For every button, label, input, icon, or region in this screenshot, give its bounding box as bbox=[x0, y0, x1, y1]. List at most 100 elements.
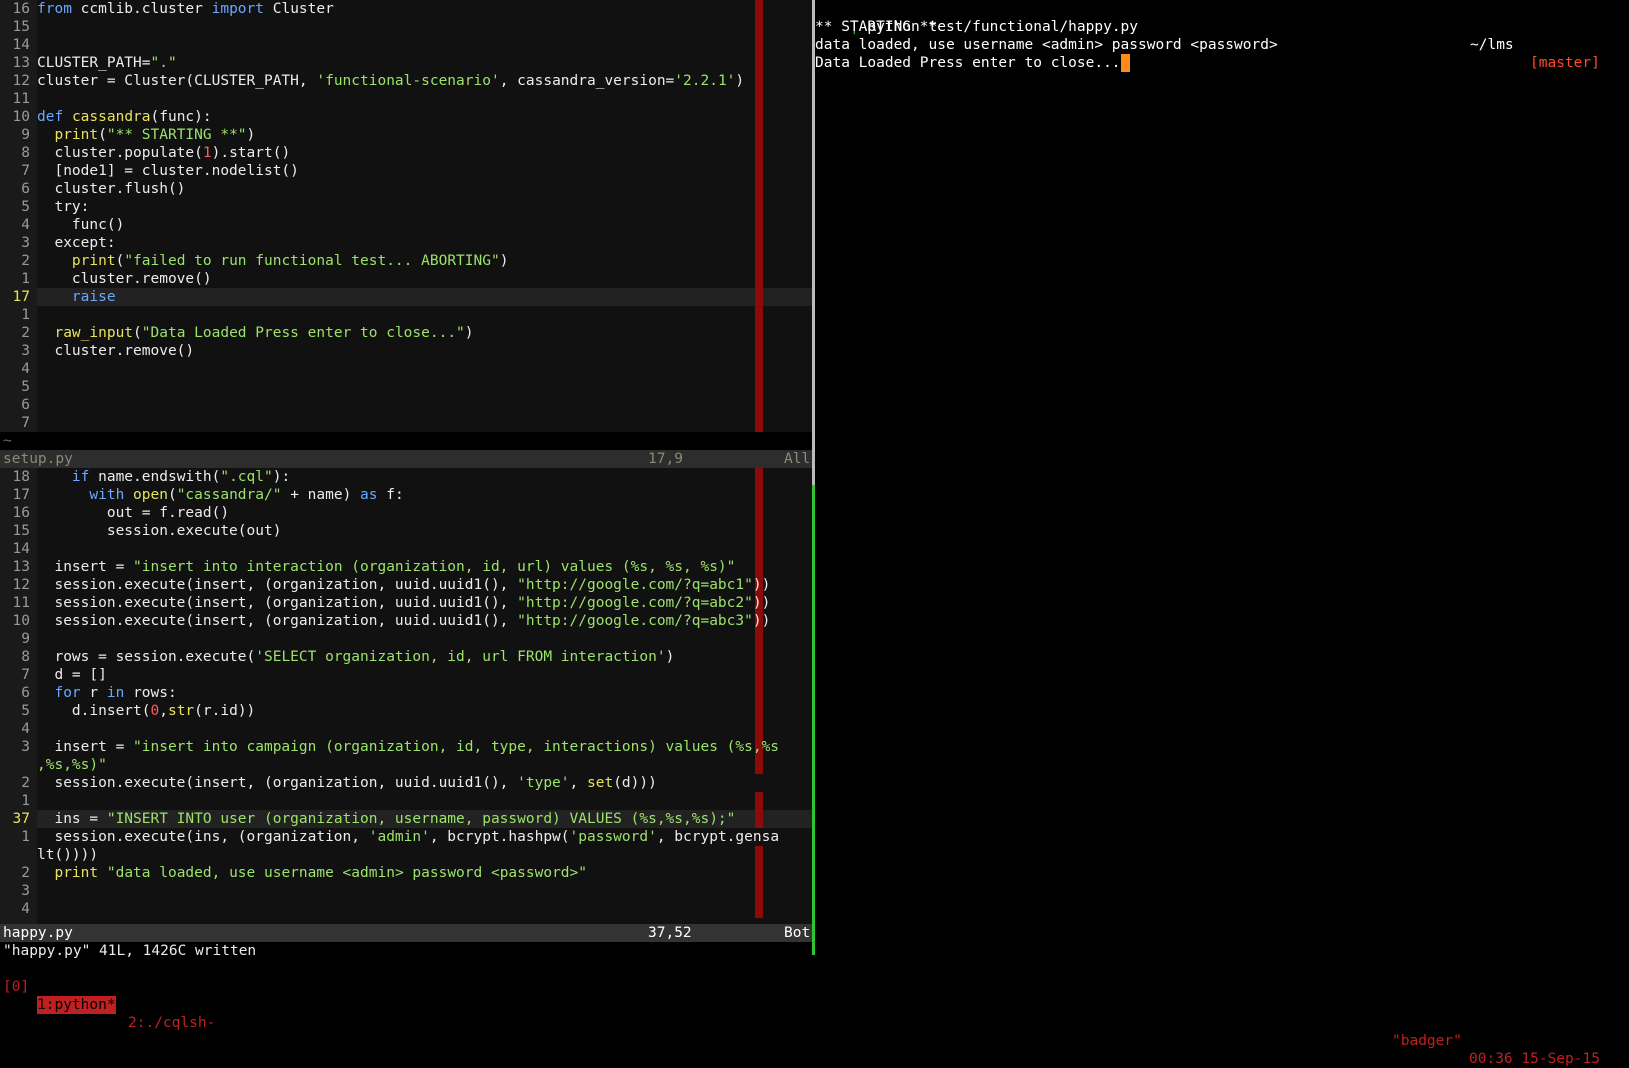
code-line[interactable]: 16 from ccmlib.cluster import Cluster bbox=[0, 0, 812, 18]
code-text: from ccmlib.cluster import Cluster bbox=[37, 1, 334, 17]
code-text: session.execute(insert, (organization, u… bbox=[37, 613, 771, 629]
line-number: 17 bbox=[12, 487, 30, 503]
code-line[interactable]: 8 cluster.populate(1).start() bbox=[0, 144, 812, 162]
line-number: 15 bbox=[12, 523, 30, 539]
line-number: 6 bbox=[21, 685, 30, 701]
code-text: raw_input("Data Loaded Press enter to cl… bbox=[54, 325, 474, 341]
code-line[interactable]: 3 insert = "insert into campaign (organi… bbox=[0, 738, 812, 756]
code-line[interactable]: 14 bbox=[0, 36, 812, 54]
code-text: ins = "INSERT INTO user (organization, u… bbox=[37, 811, 736, 827]
code-line[interactable]: 2 session.execute(insert, (organization,… bbox=[0, 774, 812, 792]
code-line[interactable]: 5 d.insert(0,str(r.id)) bbox=[0, 702, 812, 720]
line-number: 9 bbox=[21, 631, 30, 647]
code-line[interactable]: 7 [node1] = cluster.nodelist() bbox=[0, 162, 812, 180]
code-line[interactable]: 15 session.execute(out) bbox=[0, 522, 812, 540]
line-number: 13 bbox=[12, 55, 30, 71]
line-number: 4 bbox=[21, 721, 30, 737]
code-text: print("failed to run functional test... … bbox=[71, 253, 509, 269]
code-line[interactable]: 4 func() bbox=[0, 216, 812, 234]
tmux-window-other[interactable]: 2:./cqlsh- bbox=[128, 1014, 215, 1032]
code-line[interactable]: 11 session.execute(insert, (organization… bbox=[0, 594, 812, 612]
code-line[interactable]: 13 CLUSTER_PATH="." bbox=[0, 54, 812, 72]
vim-statusline-inactive: setup.py 17,9 All bbox=[0, 450, 812, 468]
terminal-output-line: Data Loaded Press enter to close... bbox=[815, 54, 1130, 72]
code-text: cluster.populate(1).start() bbox=[37, 145, 291, 161]
code-text: except: bbox=[37, 235, 116, 251]
code-line[interactable]: 2 print("failed to run functional test..… bbox=[0, 252, 812, 270]
vim-statusline-active: happy.py 37,52 Bot bbox=[0, 924, 812, 942]
terminal-cursor bbox=[1120, 54, 1130, 72]
code-line[interactable]: ,%s,%s)" bbox=[0, 756, 812, 774]
code-line[interactable]: 11 bbox=[0, 90, 812, 108]
code-line[interactable]: 12 cluster = Cluster(CLUSTER_PATH, 'funct… bbox=[0, 72, 812, 90]
line-number: 37 bbox=[12, 811, 30, 827]
code-line[interactable]: 14 bbox=[0, 540, 812, 558]
line-number: 8 bbox=[21, 145, 30, 161]
code-line[interactable]: 7 bbox=[0, 414, 812, 432]
line-number: 4 bbox=[21, 901, 30, 917]
code-line[interactable]: 9 print("** STARTING **") bbox=[0, 126, 812, 144]
terminal-pane[interactable]: | python test/functional/happy.py ~/lms … bbox=[815, 0, 1629, 960]
code-line[interactable]: 5 try: bbox=[0, 198, 812, 216]
code-line[interactable]: 13 insert = "insert into interaction (or… bbox=[0, 558, 812, 576]
code-line[interactable]: lt()))) bbox=[0, 846, 812, 864]
line-number: 16 bbox=[12, 505, 30, 521]
tmux-status-bar: [0] 1:python* 2:./cqlsh- "badger" 00:36 … bbox=[0, 960, 1629, 1067]
code-text: CLUSTER_PATH="." bbox=[37, 55, 177, 71]
line-number: 4 bbox=[21, 217, 30, 233]
code-line[interactable]: 16 out = f.read() bbox=[0, 504, 812, 522]
code-text: session.execute(insert, (organization, u… bbox=[37, 775, 657, 791]
code-line[interactable]: 6 bbox=[0, 396, 812, 414]
code-line[interactable]: 10 session.execute(insert, (organization… bbox=[0, 612, 812, 630]
code-line[interactable]: 10 def cassandra(func): bbox=[0, 108, 812, 126]
code-line[interactable]: 1 bbox=[0, 306, 812, 324]
terminal-output-text: Data Loaded Press enter to close... bbox=[815, 55, 1121, 71]
code-line[interactable]: 2 print "data loaded, use username <admi… bbox=[0, 864, 812, 882]
code-line[interactable]: 12 session.execute(insert, (organization… bbox=[0, 576, 812, 594]
code-line[interactable]: 9 bbox=[0, 630, 812, 648]
code-line[interactable]: 7 d = [] bbox=[0, 666, 812, 684]
code-text: session.execute(ins, (organization, 'adm… bbox=[37, 829, 780, 845]
code-text: for r in rows: bbox=[54, 685, 177, 701]
code-line[interactable]: 5 bbox=[0, 378, 812, 396]
code-line[interactable]: 3 bbox=[0, 882, 812, 900]
code-line[interactable]: 4 bbox=[0, 900, 812, 918]
code-line[interactable]: 18 if name.endswith(".cql"): bbox=[0, 468, 812, 486]
code-line[interactable]: 3 except: bbox=[0, 234, 812, 252]
line-number: 7 bbox=[21, 415, 30, 431]
code-line[interactable]: 1 cluster.remove() bbox=[0, 270, 812, 288]
tmux-hostname: "badger" bbox=[1392, 1033, 1462, 1049]
code-line[interactable]: 4 bbox=[0, 720, 812, 738]
code-line[interactable]: 2 raw_input("Data Loaded Press enter to … bbox=[0, 324, 812, 342]
code-line[interactable]: 8 rows = session.execute('SELECT organiz… bbox=[0, 648, 812, 666]
code-text: with open("cassandra/" + name) as f: bbox=[89, 487, 404, 503]
line-number: 11 bbox=[12, 91, 30, 107]
code-text: d.insert(0,str(r.id)) bbox=[37, 703, 256, 719]
line-number: 9 bbox=[21, 127, 30, 143]
code-text: cluster.remove() bbox=[37, 343, 195, 359]
code-line[interactable]: 6 cluster.flush() bbox=[0, 180, 812, 198]
code-line[interactable]: 37 ins = "INSERT INTO user (organization… bbox=[0, 810, 812, 828]
vim-editor[interactable]: 16 from ccmlib.cluster import Cluster 15 14… bbox=[0, 0, 812, 960]
line-number: 2 bbox=[21, 325, 30, 341]
line-number: 7 bbox=[21, 163, 30, 179]
code-text: func() bbox=[37, 217, 125, 233]
code-text: def cassandra(func): bbox=[37, 109, 212, 125]
code-line[interactable]: 1 session.execute(ins, (organization, 'a… bbox=[0, 828, 812, 846]
code-line[interactable]: 15 bbox=[0, 18, 812, 36]
code-line[interactable]: 6 for r in rows: bbox=[0, 684, 812, 702]
line-number: 3 bbox=[21, 883, 30, 899]
code-line[interactable]: 4 bbox=[0, 360, 812, 378]
line-number: 5 bbox=[21, 703, 30, 719]
line-number: 11 bbox=[12, 595, 30, 611]
code-line[interactable]: 17 raise bbox=[0, 288, 812, 306]
code-line[interactable]: 1 bbox=[0, 792, 812, 810]
code-text: out = f.read() bbox=[37, 505, 230, 521]
code-line[interactable]: 17 with open("cassandra/" + name) as f: bbox=[0, 486, 812, 504]
tmux-window-active[interactable]: 1:python* bbox=[37, 996, 116, 1014]
code-line[interactable]: 3 cluster.remove() bbox=[0, 342, 812, 360]
line-number: 14 bbox=[12, 541, 30, 557]
code-text: print "data loaded, use username <admin>… bbox=[54, 865, 587, 881]
line-number: 6 bbox=[21, 181, 30, 197]
code-text: cluster = Cluster(CLUSTER_PATH, 'functio… bbox=[37, 73, 745, 89]
